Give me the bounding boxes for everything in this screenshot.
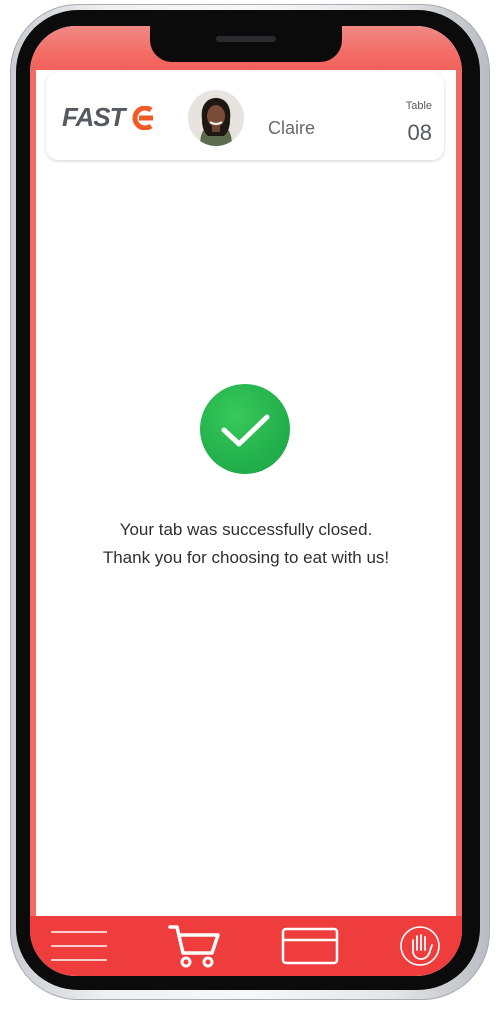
logo-mark-icon: [133, 105, 154, 130]
screen-body: [36, 26, 456, 976]
avatar[interactable]: [188, 90, 244, 146]
credit-card-icon: [281, 927, 339, 965]
nav-call-waiter-button[interactable]: [398, 924, 442, 968]
shopping-cart-icon: [168, 925, 220, 968]
confirmation-message: Your tab was successfully closed. Thank …: [30, 516, 462, 572]
table-number: 08: [407, 120, 432, 145]
hamburger-menu-icon: [51, 931, 107, 961]
table-label: Table: [405, 100, 432, 112]
hand-raise-icon: [400, 926, 440, 966]
logo-text: FAST: [62, 102, 125, 132]
nav-menu-button[interactable]: [48, 924, 110, 968]
app-screen: FAST Claire Table 08 Your tab was succes…: [30, 26, 462, 976]
user-name: Claire: [268, 118, 316, 138]
header-card: FAST Claire Table 08: [46, 72, 444, 160]
avatar-image: [188, 90, 244, 146]
app-logo[interactable]: FAST: [62, 102, 155, 133]
nav-payment-button[interactable]: [280, 924, 340, 968]
check-circle-icon: [200, 384, 290, 474]
message-line-2: Thank you for choosing to eat with us!: [102, 548, 390, 567]
notch: [150, 26, 342, 62]
checkmark-glyph: [221, 414, 270, 447]
screen-edge-right: [456, 26, 462, 976]
bottom-nav: [30, 916, 462, 976]
nav-cart-button[interactable]: [166, 924, 224, 968]
speaker-grille: [216, 36, 276, 42]
message-line-1: Your tab was successfully closed.: [119, 520, 373, 539]
page: FAST Claire Table 08 Your tab was succes…: [0, 0, 500, 1011]
